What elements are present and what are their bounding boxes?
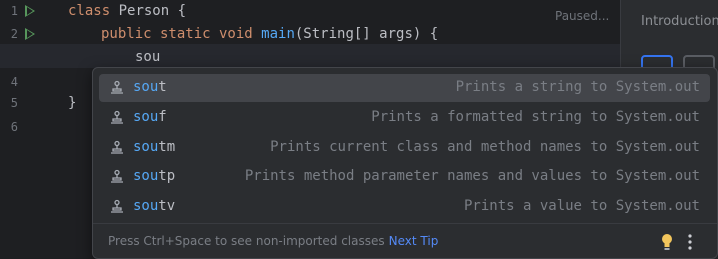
- line-number: 6: [10, 120, 18, 134]
- code-line-2[interactable]: public static void main(String[] args) {: [101, 26, 438, 42]
- completion-item-soutp[interactable]: soutp Prints method parameter names and …: [99, 163, 710, 191]
- completion-item-soutv[interactable]: soutv Prints a value to System.out: [99, 193, 710, 221]
- live-template-icon: [111, 169, 123, 183]
- completion-item-name: sout: [133, 79, 167, 95]
- line-number: 2: [10, 27, 18, 41]
- live-template-icon: [111, 140, 123, 154]
- run-class-icon[interactable]: [25, 5, 35, 17]
- live-template-icon: [111, 199, 123, 213]
- completion-item-description: Prints a formatted string to System.out: [371, 109, 700, 125]
- completion-item-name: soutv: [133, 198, 176, 214]
- live-template-icon: [111, 110, 123, 124]
- more-options-icon[interactable]: [687, 233, 693, 251]
- editor-gutter: 1 2 3 4 5 6: [0, 0, 52, 259]
- line-number: 1: [10, 4, 18, 18]
- completion-item-name: soutm: [133, 139, 176, 155]
- code-line-1[interactable]: class Person {: [68, 3, 186, 19]
- completion-hint: Press Ctrl+Space to see non-imported cla…: [108, 234, 439, 248]
- completion-item-description: Prints a value to System.out: [463, 198, 700, 214]
- completion-item-description: Prints method parameter names and values…: [244, 168, 700, 184]
- completion-item-souf[interactable]: souf Prints a formatted string to System…: [99, 104, 710, 132]
- lightbulb-icon[interactable]: [661, 233, 673, 251]
- next-tip-link[interactable]: Next Tip: [389, 234, 439, 248]
- completion-item-sout[interactable]: sout Prints a string to System.out: [99, 74, 710, 102]
- line-number: 4: [10, 75, 18, 89]
- current-line-highlight: [0, 44, 620, 68]
- line-number: 5: [10, 96, 18, 110]
- completion-item-soutm[interactable]: soutm Prints current class and method na…: [99, 134, 710, 162]
- run-main-icon[interactable]: [25, 28, 35, 40]
- completion-item-name: souf: [133, 109, 167, 125]
- completion-footer: Press Ctrl+Space to see non-imported cla…: [93, 223, 717, 259]
- completion-item-description: Prints current class and method names to…: [270, 139, 700, 155]
- completion-item-description: Prints a string to System.out: [455, 79, 700, 95]
- live-template-icon: [111, 80, 123, 94]
- code-line-5[interactable]: }: [68, 95, 76, 111]
- code-line-3[interactable]: sou: [135, 49, 160, 65]
- completion-item-name: soutp: [133, 168, 176, 184]
- debugger-status: Paused...: [555, 9, 610, 23]
- completion-popup: sout Prints a string to System.out souf …: [92, 67, 718, 259]
- panel-title: Introduction: [641, 14, 718, 29]
